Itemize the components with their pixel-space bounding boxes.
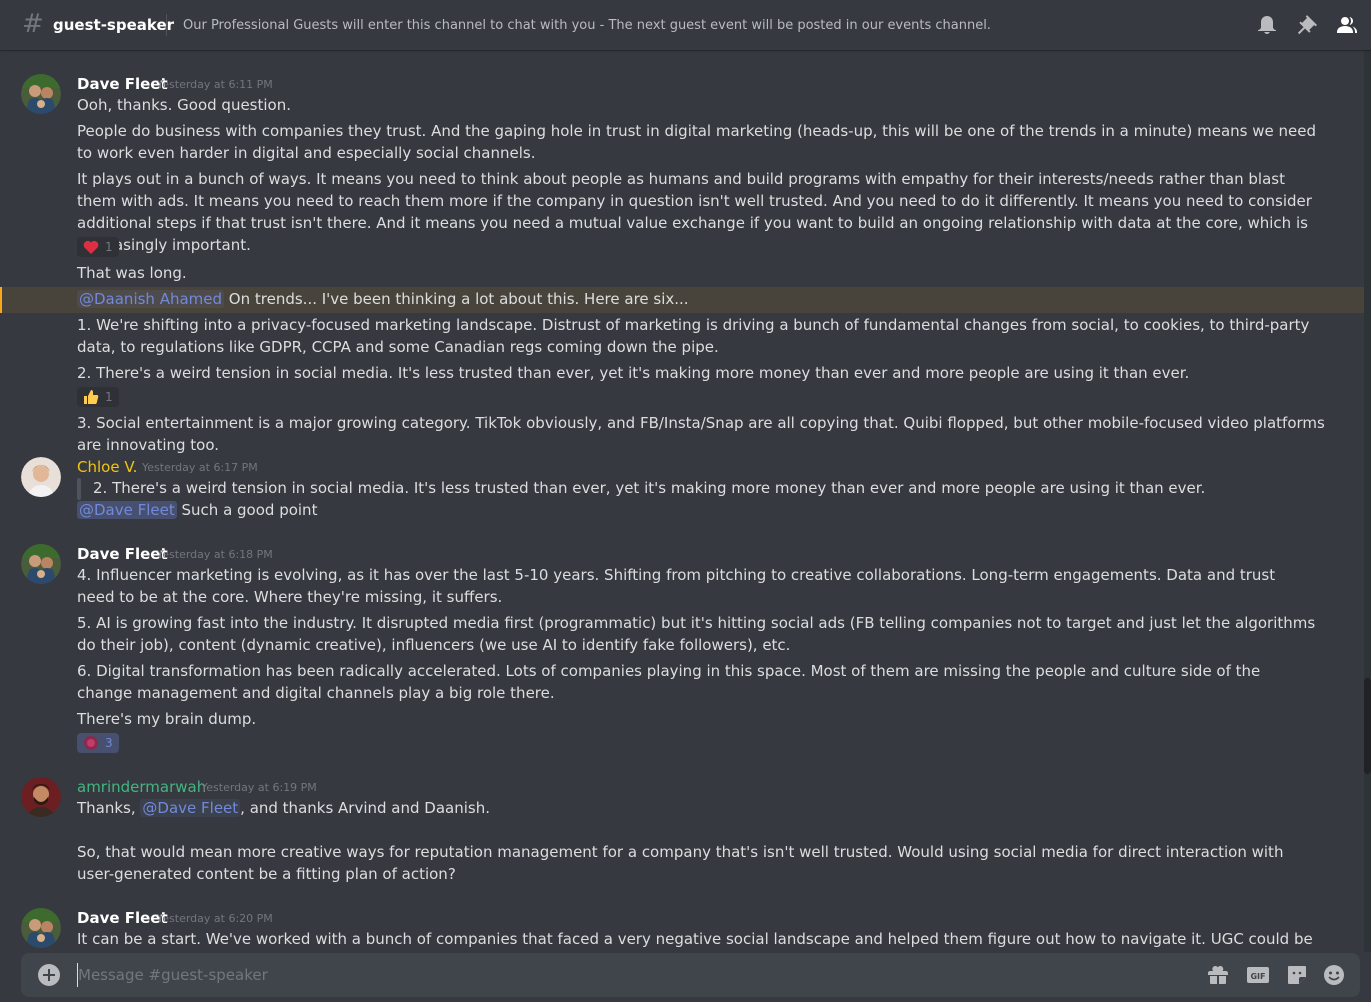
author-name[interactable]: Dave Fleet bbox=[77, 74, 168, 94]
message-text: 6. Digital transformation has been radic… bbox=[77, 662, 1261, 702]
message-text: It plays out in a bunch of ways. It mean… bbox=[77, 170, 1312, 254]
scrollbar-track[interactable] bbox=[1364, 50, 1371, 952]
blockquote-text: 2. There's a weird tension in social med… bbox=[93, 479, 1206, 497]
emoji-icon[interactable] bbox=[1322, 963, 1346, 987]
channel-header: # guest-speaker Our Professional Guests … bbox=[0, 0, 1371, 50]
gif-icon[interactable]: GIF bbox=[1246, 963, 1270, 987]
avatar[interactable] bbox=[21, 777, 61, 817]
channel-name: guest-speaker bbox=[53, 16, 175, 34]
message-composer: GIF bbox=[21, 953, 1360, 997]
plus-icon[interactable] bbox=[38, 964, 60, 986]
message-text: That was long. bbox=[77, 264, 187, 282]
message-text-span: Thanks, bbox=[77, 799, 141, 817]
message-timestamp: Yesterday at 6:17 PM bbox=[142, 461, 258, 474]
message-input[interactable] bbox=[77, 963, 1177, 987]
author-name[interactable]: Dave Fleet bbox=[77, 908, 168, 928]
message-list[interactable]: Dave Fleet Yesterday at 6:11 PM Ooh, tha… bbox=[0, 50, 1364, 952]
message-text: There's my brain dump. bbox=[77, 710, 257, 728]
message-text: 3. Social entertainment is a major growi… bbox=[77, 414, 1325, 454]
blockquote-bar bbox=[77, 478, 81, 500]
svg-text:GIF: GIF bbox=[1250, 972, 1265, 981]
reaction-count: 3 bbox=[105, 736, 113, 750]
avatar[interactable] bbox=[21, 544, 61, 584]
message-timestamp: Yesterday at 6:18 PM bbox=[157, 548, 273, 561]
user-mention[interactable]: @Daanish Ahamed bbox=[77, 290, 225, 308]
message-text: Ooh, thanks. Good question. bbox=[77, 96, 291, 114]
scrollbar-thumb[interactable] bbox=[1364, 678, 1371, 774]
pin-icon[interactable] bbox=[1295, 13, 1319, 37]
sticker-icon[interactable] bbox=[1285, 963, 1309, 987]
reaction-count: 1 bbox=[105, 390, 113, 404]
channel-hash-icon: # bbox=[22, 9, 44, 39]
message-timestamp: Yesterday at 6:20 PM bbox=[157, 912, 273, 925]
author-name[interactable]: Dave Fleet bbox=[77, 544, 168, 564]
reaction-heart[interactable]: 1 bbox=[77, 237, 119, 257]
header-divider bbox=[166, 14, 167, 36]
reaction-thumbs-up[interactable]: 1 bbox=[77, 387, 119, 407]
thumbs-up-icon bbox=[84, 390, 99, 404]
message-text: So, that would mean more creative ways f… bbox=[77, 843, 1284, 883]
channel-topic[interactable]: Our Professional Guests will enter this … bbox=[183, 17, 991, 35]
notification-bell-icon[interactable] bbox=[1255, 13, 1279, 37]
user-mention[interactable]: @Dave Fleet bbox=[77, 501, 177, 519]
author-name[interactable]: amrindermarwah bbox=[77, 777, 206, 797]
message-text: 1. We're shifting into a privacy-focused… bbox=[77, 316, 1310, 356]
message-timestamp: Yesterday at 6:19 PM bbox=[201, 781, 317, 794]
message-text: @Dave Fleet Such a good point bbox=[77, 499, 1317, 521]
message-text: Thanks, @Dave Fleet, and thanks Arvind a… bbox=[77, 797, 1317, 819]
gift-icon[interactable] bbox=[1206, 963, 1230, 987]
custom-emoji-icon bbox=[84, 736, 98, 750]
message-text: 2. There's a weird tension in social med… bbox=[77, 364, 1190, 382]
message-text: 4. Influencer marketing is evolving, as … bbox=[77, 566, 1276, 606]
message-text-span: On trends... I've been thinking a lot ab… bbox=[224, 290, 689, 308]
message-text: It can be a start. We've worked with a b… bbox=[77, 930, 1317, 948]
author-name[interactable]: Chloe V. bbox=[77, 457, 137, 477]
member-list-icon[interactable] bbox=[1335, 13, 1359, 37]
reaction-count: 1 bbox=[105, 240, 113, 254]
message-text: @Daanish Ahamed On trends... I've been t… bbox=[77, 288, 1317, 310]
message-text-span: , and thanks Arvind and Daanish. bbox=[240, 799, 490, 817]
avatar[interactable] bbox=[21, 457, 61, 497]
message-text-span: Such a good point bbox=[176, 501, 318, 519]
reaction-custom[interactable]: 3 bbox=[77, 733, 119, 753]
message-text: People do business with companies they t… bbox=[77, 122, 1317, 162]
avatar[interactable] bbox=[21, 74, 61, 114]
user-mention[interactable]: @Dave Fleet bbox=[140, 799, 241, 817]
message-timestamp: Yesterday at 6:11 PM bbox=[157, 78, 273, 91]
avatar[interactable] bbox=[21, 908, 61, 948]
heart-icon bbox=[83, 240, 99, 254]
message-text: 5. AI is growing fast into the industry.… bbox=[77, 614, 1316, 654]
